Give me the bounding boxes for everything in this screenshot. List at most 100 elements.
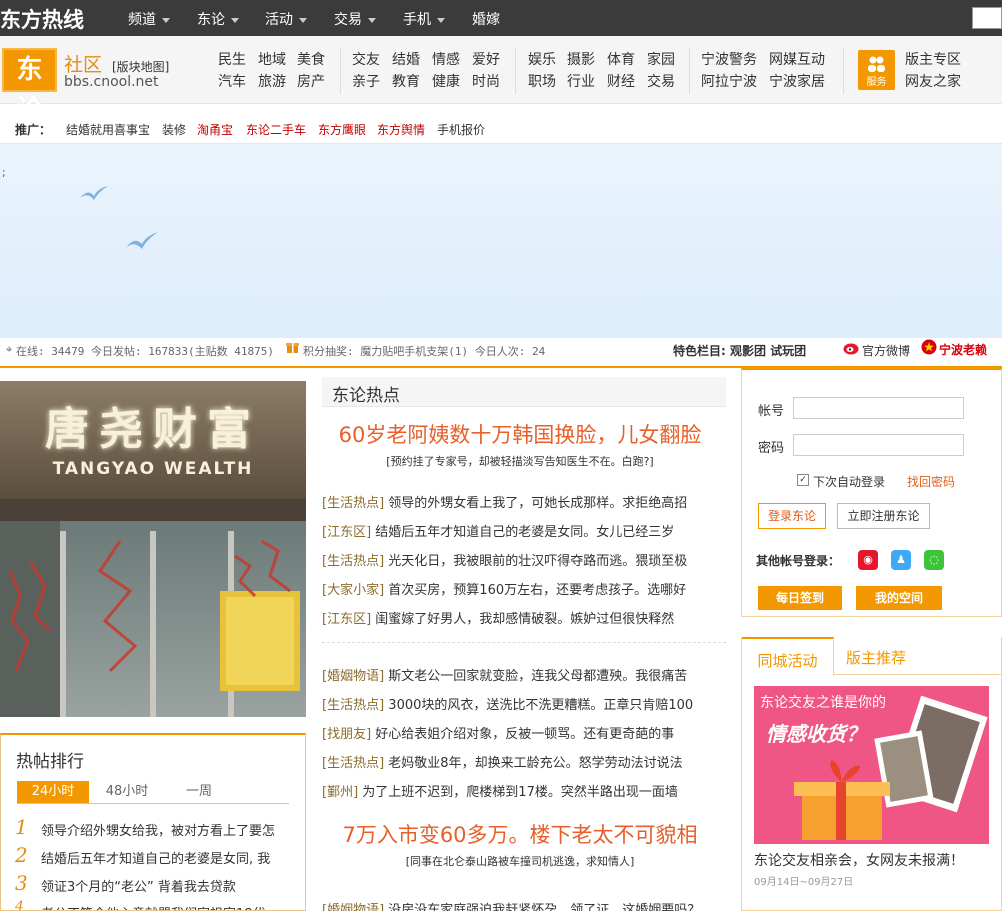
- category-link[interactable]: 交友: [352, 49, 380, 69]
- subheadline-link[interactable]: [预约挂了专家号，却被轻描淡写告知医生不在。白跑?]: [322, 453, 718, 469]
- activity-image[interactable]: 东论交友之谁是你的 情感收货？: [754, 686, 989, 844]
- news-item[interactable]: [生活热点] 3000块的风衣，送洗比不洗更糟糕。正章只肯赔100: [322, 694, 726, 713]
- category-link[interactable]: 爱好: [472, 49, 500, 69]
- site-name[interactable]: 社区: [64, 50, 102, 77]
- site-logo-text[interactable]: 东方热线: [0, 4, 84, 34]
- promo-link[interactable]: 东方舆情: [377, 121, 425, 138]
- category-link[interactable]: 民生: [218, 49, 246, 69]
- featured-columns[interactable]: 特色栏目: 观影团 试玩团: [673, 342, 806, 359]
- daily-checkin-button[interactable]: 每日签到: [758, 586, 842, 610]
- category-link[interactable]: 娱乐: [528, 49, 556, 69]
- tab-moderator-picks[interactable]: 版主推荐: [846, 647, 906, 668]
- board-map-link[interactable]: [版块地图]: [112, 58, 169, 75]
- tab-one-week[interactable]: 一周: [163, 781, 235, 803]
- news-category[interactable]: [找朋友]: [322, 727, 371, 742]
- list-item[interactable]: 领证3个月的“老公” 背着我去贷款: [41, 876, 236, 895]
- nav-item-mobile[interactable]: 手机: [403, 9, 445, 29]
- nav-item-trade[interactable]: 交易: [334, 9, 376, 29]
- category-link[interactable]: 地域: [258, 49, 286, 69]
- category-link[interactable]: 交易: [647, 71, 675, 91]
- activity-caption[interactable]: 东论交友相亲会，女网友未报满！: [754, 850, 964, 870]
- news-item[interactable]: [生活热点] 领导的外甥女看上我了，可她长成那样。求拒绝高招: [322, 492, 726, 511]
- service-button[interactable]: 服务: [858, 50, 895, 90]
- nav-item-channel[interactable]: 频道: [128, 9, 170, 29]
- category-link[interactable]: 家园: [647, 49, 675, 69]
- news-item[interactable]: [生活热点] 老妈敬业8年，却换来工龄充公。怒学劳动法讨说法: [322, 752, 726, 771]
- news-item[interactable]: [婚姻物语] 斯文老公一回家就变脸，连我父母都遭殃。我很痛苦: [322, 665, 726, 684]
- search-input[interactable]: [972, 7, 1002, 29]
- promo-link[interactable]: 结婚就用喜事宝: [66, 121, 150, 138]
- nav-item-forum[interactable]: 东论: [197, 9, 239, 29]
- news-item[interactable]: [江东区] 结婚后五年才知道自己的老婆是女同。女儿已经三岁: [322, 521, 726, 540]
- forum-logo[interactable]: 东论: [2, 48, 57, 125]
- news-category[interactable]: [婚姻物语]: [322, 903, 384, 911]
- news-category[interactable]: [生活热点]: [322, 698, 384, 713]
- promo-link[interactable]: 淘甬宝: [197, 121, 233, 138]
- my-space-button[interactable]: 我的空间: [856, 586, 942, 610]
- news-item[interactable]: [婚姻物语] 没房没车家庭强迫我赶紧怀孕，领了证，这婚姻要吗？: [322, 899, 726, 911]
- wechat-login-icon[interactable]: ◌: [924, 550, 944, 570]
- category-link[interactable]: 时尚: [472, 71, 500, 91]
- lottery-link[interactable]: 积分抽奖: 魔力贴吧手机支架(1) 今日人次: 24: [303, 343, 545, 359]
- nav-item-events[interactable]: 活动: [265, 9, 307, 29]
- category-link[interactable]: 宁波警务: [701, 49, 757, 69]
- forgot-password-link[interactable]: 找回密码: [907, 473, 955, 490]
- login-button[interactable]: 登录东论: [758, 503, 826, 529]
- category-link[interactable]: 情感: [432, 49, 460, 69]
- deadbeat-link[interactable]: 宁波老赖: [939, 341, 987, 358]
- featured-photo[interactable]: 唐尧财富 TANGYAO WEALTH: [0, 381, 306, 717]
- list-item[interactable]: 结婚后五年才知道自己的老婆是女同, 我: [41, 848, 270, 867]
- news-category[interactable]: [生活热点]: [322, 554, 384, 569]
- news-item[interactable]: [鄞州] 为了上班不迟到，爬楼梯到17楼。突然半路出现一面墙: [322, 781, 726, 800]
- news-item[interactable]: [生活热点] 光天化日，我被眼前的壮汉吓得夺路而逃。猥琐至极: [322, 550, 726, 569]
- news-category[interactable]: [生活热点]: [322, 496, 384, 511]
- qq-login-icon[interactable]: ♟: [891, 550, 911, 570]
- news-category[interactable]: [生活热点]: [322, 756, 384, 771]
- promo-link[interactable]: 东论二手车: [246, 121, 306, 138]
- category-link[interactable]: 教育: [392, 71, 420, 91]
- tab-48-hours[interactable]: 48小时: [91, 781, 163, 803]
- promo-link[interactable]: 东方鹰眼: [318, 121, 366, 138]
- category-link[interactable]: 旅游: [258, 71, 286, 91]
- tab-local-events[interactable]: 同城活动: [742, 637, 834, 676]
- category-link[interactable]: 网媒互动: [769, 49, 825, 69]
- news-item[interactable]: [江东区] 闺蜜嫁了好男人，我却感情破裂。嫉妒过但很快释然: [322, 608, 726, 627]
- promo-link[interactable]: 手机报价: [437, 121, 485, 138]
- news-category[interactable]: [江东区]: [322, 612, 371, 627]
- moderator-zone-link[interactable]: 版主专区: [905, 49, 961, 69]
- official-weibo-link[interactable]: 官方微博: [862, 342, 910, 359]
- category-link[interactable]: 美食: [297, 49, 325, 69]
- category-link[interactable]: 宁波家居: [769, 71, 825, 91]
- subheadline-link[interactable]: [同事在北仑泰山路被车撞司机逃逸，求知情人]: [322, 853, 718, 869]
- category-link[interactable]: 阿拉宁波: [701, 71, 757, 91]
- category-link[interactable]: 健康: [432, 71, 460, 91]
- category-link[interactable]: 财经: [607, 71, 635, 91]
- headline-link[interactable]: 7万入市变60多万。楼下老太不可貌相: [322, 819, 718, 849]
- news-category[interactable]: [鄞州]: [322, 785, 358, 800]
- list-item[interactable]: 领导介绍外甥女给我，被对方看上了要怎: [41, 820, 275, 839]
- news-category[interactable]: [江东区]: [322, 525, 371, 540]
- news-item[interactable]: [找朋友] 好心给表姐介绍对象，反被一顿骂。还有更奇葩的事: [322, 723, 726, 742]
- category-link[interactable]: 体育: [607, 49, 635, 69]
- nav-item-wedding[interactable]: 婚嫁: [472, 9, 500, 29]
- category-link[interactable]: 汽车: [218, 71, 246, 91]
- category-link[interactable]: 亲子: [352, 71, 380, 91]
- tab-24-hours[interactable]: 24小时: [17, 781, 89, 803]
- category-link[interactable]: 结婚: [392, 49, 420, 69]
- news-category[interactable]: [婚姻物语]: [322, 669, 384, 684]
- category-link[interactable]: 行业: [567, 71, 595, 91]
- remember-checkbox[interactable]: ✓: [797, 474, 809, 486]
- category-link[interactable]: 房产: [297, 71, 325, 91]
- promo-link[interactable]: 装修: [162, 121, 186, 138]
- category-link[interactable]: 摄影: [567, 49, 595, 69]
- register-button[interactable]: 立即注册东论: [837, 503, 930, 529]
- list-item[interactable]: 老公不符合他心意就骂我们家祖宗18代: [41, 903, 266, 910]
- news-category[interactable]: [大家小家]: [322, 583, 384, 598]
- category-link[interactable]: 职场: [528, 71, 556, 91]
- headline-link[interactable]: 60岁老阿姨数十万韩国换脸，儿女翻脸: [322, 419, 718, 449]
- news-item[interactable]: [大家小家] 首次买房，预算160万左右，还要考虑孩子。选哪好: [322, 579, 726, 598]
- netizen-home-link[interactable]: 网友之家: [905, 71, 961, 91]
- account-input[interactable]: [793, 397, 964, 419]
- weibo-login-icon[interactable]: ◉: [858, 550, 878, 570]
- password-input[interactable]: [793, 434, 964, 456]
